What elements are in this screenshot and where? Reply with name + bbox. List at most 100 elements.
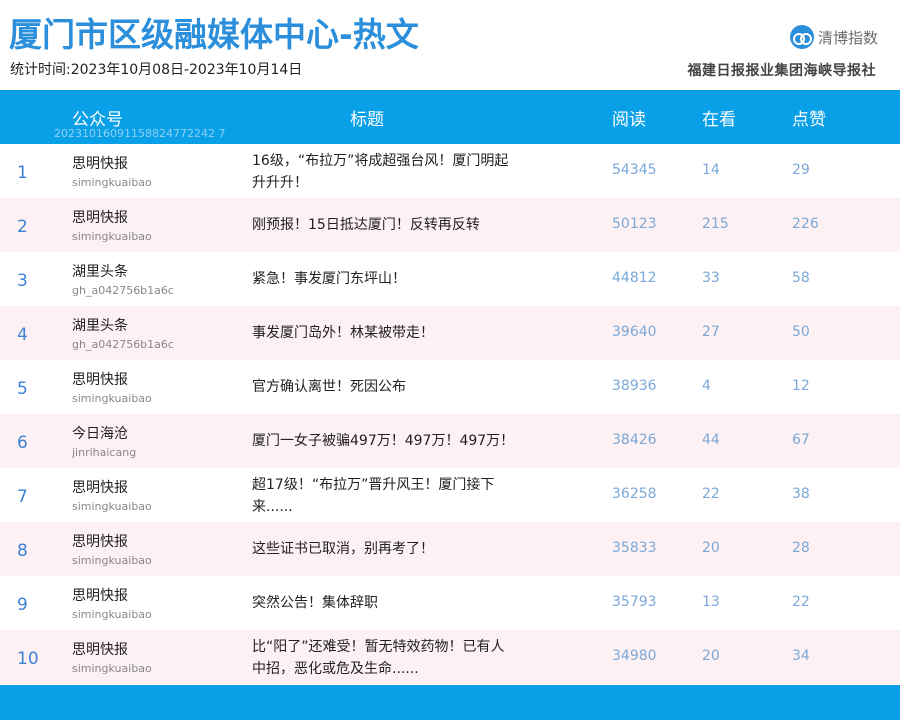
article-title[interactable]: 突然公告！集体辞职 <box>252 592 542 614</box>
rank-number: 10 <box>17 649 39 669</box>
account-id: simingkuaibao <box>72 176 152 189</box>
likes-count: 226 <box>792 216 819 232</box>
article-title[interactable]: 16级，“布拉万”将成超强台风！厦门明起 升升升！ <box>252 150 542 194</box>
article-title-line: 刚预报！15日抵达厦门！反转再反转 <box>252 217 480 233</box>
article-title-line: 升升升！ <box>252 175 308 191</box>
account-name: 今日海沧 <box>72 426 128 442</box>
likes-count: 58 <box>792 270 810 286</box>
column-watching: 在看 <box>702 110 736 130</box>
article-title-line: 官方确认离世！死因公布 <box>252 379 406 395</box>
account-name: 思明快报 <box>72 534 128 550</box>
article-title-line: 比“阳了”还难受！暂无特效药物！已有人 <box>252 639 505 655</box>
watching-count: 20 <box>702 648 720 664</box>
column-reads: 阅读 <box>612 110 646 130</box>
account-name: 思明快报 <box>72 372 128 388</box>
account-id: gh_a042756b1a6c <box>72 284 174 297</box>
rank-number: 3 <box>17 271 28 291</box>
article-title[interactable]: 刚预报！15日抵达厦门！反转再反转 <box>252 214 542 236</box>
footer-bar <box>0 685 900 720</box>
reads-count: 44812 <box>612 270 657 286</box>
infinity-logo-icon <box>789 25 814 49</box>
rank-number: 1 <box>17 163 28 183</box>
table-row[interactable]: 9 思明快报 simingkuaibao 突然公告！集体辞职 35793 13 22 <box>0 576 900 630</box>
watching-count: 13 <box>702 594 720 610</box>
table-row[interactable]: 10 思明快报 simingkuaibao 比“阳了”还难受！暂无特效药物！已有人 中招… <box>0 630 900 684</box>
account-name: 思明快报 <box>72 156 128 172</box>
report-header: 厦门市区级融媒体中心-热文 统计时间:2023年10月08日-2023年10月1… <box>0 0 900 90</box>
reads-count: 35833 <box>612 540 657 556</box>
table-row[interactable]: 2 思明快报 simingkuaibao 刚预报！15日抵达厦门！反转再反转 50123… <box>0 198 900 252</box>
watching-count: 20 <box>702 540 720 556</box>
account-id: simingkuaibao <box>72 608 152 621</box>
article-title-line: 来...... <box>252 499 293 515</box>
reads-count: 39640 <box>612 324 657 340</box>
header-id: 20231016091158824772242 7 <box>54 127 226 140</box>
watching-count: 33 <box>702 270 720 286</box>
account-name: 思明快报 <box>72 210 128 226</box>
reads-count: 50123 <box>612 216 657 232</box>
watching-count: 14 <box>702 162 720 178</box>
likes-count: 67 <box>792 432 810 448</box>
column-title: 标题 <box>350 110 384 130</box>
table-row[interactable]: 7 思明快报 simingkuaibao 超17级！“布拉万”晋升风王！厦门接下 来..… <box>0 468 900 522</box>
account-name: 思明快报 <box>72 642 128 658</box>
rank-number: 7 <box>17 487 28 507</box>
account-id: simingkuaibao <box>72 662 152 675</box>
article-title-line: 突然公告！集体辞职 <box>252 595 378 611</box>
article-title[interactable]: 紧急！事发厦门东坪山！ <box>252 268 542 290</box>
article-title-line: 超17级！“布拉万”晋升风王！厦门接下 <box>252 477 495 493</box>
reads-count: 38936 <box>612 378 657 394</box>
rank-number: 9 <box>17 595 28 615</box>
article-title[interactable]: 超17级！“布拉万”晋升风王！厦门接下 来...... <box>252 474 542 518</box>
table-row[interactable]: 3 湖里头条 gh_a042756b1a6c 紧急！事发厦门东坪山！ 44812 33 58 <box>0 252 900 306</box>
table-row[interactable]: 5 思明快报 simingkuaibao 官方确认离世！死因公布 38936 4 12 <box>0 360 900 414</box>
article-title[interactable]: 官方确认离世！死因公布 <box>252 376 542 398</box>
watching-count: 4 <box>702 378 711 394</box>
likes-count: 22 <box>792 594 810 610</box>
account-id: simingkuaibao <box>72 554 152 567</box>
table-row[interactable]: 6 今日海沧 jinrihaicang 厦门一女子被骗497万！497万！497万！ 3… <box>0 414 900 468</box>
account-id: simingkuaibao <box>72 230 152 243</box>
rank-number: 8 <box>17 541 28 561</box>
page-title: 厦门市区级融媒体中心-热文 <box>9 15 419 54</box>
account-id: simingkuaibao <box>72 392 152 405</box>
article-title-line: 紧急！事发厦门东坪山！ <box>252 271 406 287</box>
reads-count: 38426 <box>612 432 657 448</box>
likes-count: 28 <box>792 540 810 556</box>
account-name: 思明快报 <box>72 588 128 604</box>
watching-count: 27 <box>702 324 720 340</box>
watching-count: 22 <box>702 486 720 502</box>
table-row[interactable]: 8 思明快报 simingkuaibao 这些证书已取消，别再考了！ 35833 20 28 <box>0 522 900 576</box>
column-likes: 点赞 <box>792 110 826 130</box>
article-title[interactable]: 事发厦门岛外！林某被带走！ <box>252 322 542 344</box>
table-row[interactable]: 1 思明快报 simingkuaibao 16级，“布拉万”将成超强台风！厦门明起 升升… <box>0 144 900 198</box>
account-id: gh_a042756b1a6c <box>72 338 174 351</box>
brand-name: 清博指数 <box>817 28 878 47</box>
article-title-line: 厦门一女子被骗497万！497万！497万！ <box>252 433 515 449</box>
account-name: 思明快报 <box>72 480 128 496</box>
statistics-period: 统计时间:2023年10月08日-2023年10月14日 <box>10 62 303 78</box>
article-title[interactable]: 这些证书已取消，别再考了！ <box>252 538 542 560</box>
article-title-line: 中招，恶化或危及生命...... <box>252 661 419 677</box>
rank-number: 4 <box>17 325 28 345</box>
reads-count: 35793 <box>612 594 657 610</box>
account-name: 湖里头条 <box>72 264 128 280</box>
likes-count: 38 <box>792 486 810 502</box>
rank-number: 6 <box>17 433 28 453</box>
likes-count: 29 <box>792 162 810 178</box>
article-title[interactable]: 比“阳了”还难受！暂无特效药物！已有人 中招，恶化或危及生命...... <box>252 636 542 680</box>
reads-count: 36258 <box>612 486 657 502</box>
article-title-line: 事发厦门岛外！林某被带走！ <box>252 325 434 341</box>
publisher-name: 福建日报报业集团海峡导报社 <box>687 63 876 79</box>
likes-count: 34 <box>792 648 810 664</box>
article-title-line: 16级，“布拉万”将成超强台风！厦门明起 <box>252 153 509 169</box>
rank-number: 2 <box>17 217 28 237</box>
reads-count: 34980 <box>612 648 657 664</box>
brand-logo: 清博指数 <box>789 25 878 49</box>
likes-count: 12 <box>792 378 810 394</box>
likes-count: 50 <box>792 324 810 340</box>
table-row[interactable]: 4 湖里头条 gh_a042756b1a6c 事发厦门岛外！林某被带走！ 39640 27… <box>0 306 900 360</box>
table-header: 公众号 20231016091158824772242 7 标题 阅读 在看 点… <box>0 90 900 144</box>
article-title-line: 这些证书已取消，别再考了！ <box>252 541 434 557</box>
article-title[interactable]: 厦门一女子被骗497万！497万！497万！ <box>252 430 542 452</box>
